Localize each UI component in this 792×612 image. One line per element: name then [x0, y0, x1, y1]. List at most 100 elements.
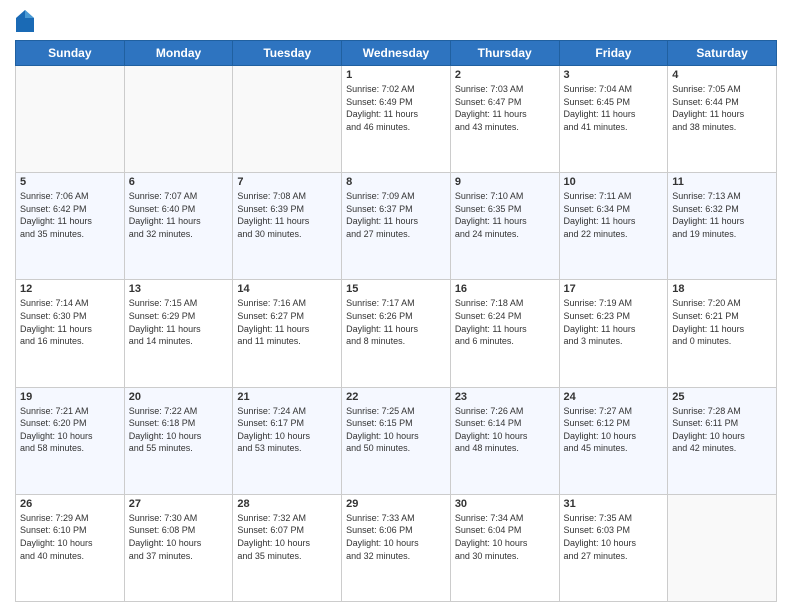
- day-number: 13: [129, 283, 229, 295]
- table-row: 19Sunrise: 7:21 AM Sunset: 6:20 PM Dayli…: [16, 387, 125, 494]
- day-number: 12: [20, 283, 120, 295]
- day-number: 31: [564, 498, 664, 510]
- day-number: 5: [20, 176, 120, 188]
- day-info: Sunrise: 7:29 AM Sunset: 6:10 PM Dayligh…: [20, 512, 120, 562]
- day-number: 22: [346, 391, 446, 403]
- table-row: 18 Sunrise: 7:20 AM Sunset: 6:21 PM Dayli…: [668, 280, 777, 387]
- day-info: Sunrise: 7:18 AM Sunset: 6:24 PM Dayligh…: [455, 297, 555, 347]
- day-info: Sunrise: 7:34 AM Sunset: 6:04 PM Dayligh…: [455, 512, 555, 562]
- table-row: 8 Sunrise: 7:09 AM Sunset: 6:37 PM Daylig…: [342, 173, 451, 280]
- table-row: 4 Sunrise: 7:05 AM Sunset: 6:44 PM Daylig…: [668, 66, 777, 173]
- day-number: 26: [20, 498, 120, 510]
- table-row: 11 Sunrise: 7:13 AM Sunset: 6:32 PM Dayli…: [668, 173, 777, 280]
- day-info: Sunrise: 7:04 AM Sunset: 6:45 PM Dayligh…: [564, 83, 664, 133]
- day-info: Sunrise: 7:22 AM Sunset: 6:18 PM Dayligh…: [129, 405, 229, 455]
- day-number: 1: [346, 69, 446, 81]
- table-row: 31 Sunrise: 7:35 AM Sunset: 6:03 PM Dayli…: [559, 494, 668, 601]
- col-sunday: Sunday: [16, 41, 125, 66]
- day-info: Sunrise: 7:15 AM Sunset: 6:29 PM Dayligh…: [129, 297, 229, 347]
- table-row: 3 Sunrise: 7:04 AM Sunset: 6:45 PM Daylig…: [559, 66, 668, 173]
- day-info: Sunrise: 7:35 AM Sunset: 6:03 PM Dayligh…: [564, 512, 664, 562]
- col-friday: Friday: [559, 41, 668, 66]
- table-row: 30 Sunrise: 7:34 AM Sunset: 6:04 PM Dayli…: [450, 494, 559, 601]
- day-number: 4: [672, 69, 772, 81]
- day-info: Sunrise: 7:16 AM Sunset: 6:27 PM Dayligh…: [237, 297, 337, 347]
- day-number: 2: [455, 69, 555, 81]
- table-row: 21 Sunrise: 7:24 AM Sunset: 6:17 PM Dayli…: [233, 387, 342, 494]
- table-row: 10 Sunrise: 7:11 AM Sunset: 6:34 PM Dayli…: [559, 173, 668, 280]
- table-row: [124, 66, 233, 173]
- day-number: 3: [564, 69, 664, 81]
- day-number: 10: [564, 176, 664, 188]
- calendar-header-row: Sunday Monday Tuesday Wednesday Thursday…: [16, 41, 777, 66]
- day-info: Sunrise: 7:25 AM Sunset: 6:15 PM Dayligh…: [346, 405, 446, 455]
- table-row: 25 Sunrise: 7:28 AM Sunset: 6:11 PM Dayli…: [668, 387, 777, 494]
- table-row: 26 Sunrise: 7:29 AM Sunset: 6:10 PM Dayli…: [16, 494, 125, 601]
- table-row: 14 Sunrise: 7:16 AM Sunset: 6:27 PM Dayli…: [233, 280, 342, 387]
- day-number: 29: [346, 498, 446, 510]
- col-monday: Monday: [124, 41, 233, 66]
- day-number: 30: [455, 498, 555, 510]
- day-info: Sunrise: 7:11 AM Sunset: 6:34 PM Dayligh…: [564, 190, 664, 240]
- table-row: [668, 494, 777, 601]
- table-row: 27 Sunrise: 7:30 AM Sunset: 6:08 PM Dayli…: [124, 494, 233, 601]
- day-number: 21: [237, 391, 337, 403]
- day-number: 27: [129, 498, 229, 510]
- table-row: 22 Sunrise: 7:25 AM Sunset: 6:15 PM Dayli…: [342, 387, 451, 494]
- col-thursday: Thursday: [450, 41, 559, 66]
- day-info: Sunrise: 7:08 AM Sunset: 6:39 PM Dayligh…: [237, 190, 337, 240]
- day-info: Sunrise: 7:07 AM Sunset: 6:40 PM Dayligh…: [129, 190, 229, 240]
- col-wednesday: Wednesday: [342, 41, 451, 66]
- day-number: 23: [455, 391, 555, 403]
- day-number: 18: [672, 283, 772, 295]
- logo-text: [15, 10, 35, 32]
- day-info: Sunrise: 7:09 AM Sunset: 6:37 PM Dayligh…: [346, 190, 446, 240]
- day-number: 17: [564, 283, 664, 295]
- day-info: Sunrise: 7:06 AM Sunset: 6:42 PM Dayligh…: [20, 190, 120, 240]
- day-number: 20: [129, 391, 229, 403]
- day-info: Sunrise: 7:05 AM Sunset: 6:44 PM Dayligh…: [672, 83, 772, 133]
- day-number: 25: [672, 391, 772, 403]
- day-info: Sunrise: 7:28 AM Sunset: 6:11 PM Dayligh…: [672, 405, 772, 455]
- table-row: 12Sunrise: 7:14 AM Sunset: 6:30 PM Dayli…: [16, 280, 125, 387]
- day-number: 16: [455, 283, 555, 295]
- day-info: Sunrise: 7:26 AM Sunset: 6:14 PM Dayligh…: [455, 405, 555, 455]
- day-info: Sunrise: 7:33 AM Sunset: 6:06 PM Dayligh…: [346, 512, 446, 562]
- day-info: Sunrise: 7:24 AM Sunset: 6:17 PM Dayligh…: [237, 405, 337, 455]
- table-row: 6 Sunrise: 7:07 AM Sunset: 6:40 PM Daylig…: [124, 173, 233, 280]
- day-info: Sunrise: 7:10 AM Sunset: 6:35 PM Dayligh…: [455, 190, 555, 240]
- table-row: 9Sunrise: 7:10 AM Sunset: 6:35 PM Daylig…: [450, 173, 559, 280]
- logo-icon: [16, 10, 34, 32]
- calendar-table: Sunday Monday Tuesday Wednesday Thursday…: [15, 40, 777, 602]
- day-info: Sunrise: 7:27 AM Sunset: 6:12 PM Dayligh…: [564, 405, 664, 455]
- table-row: 29 Sunrise: 7:33 AM Sunset: 6:06 PM Dayli…: [342, 494, 451, 601]
- table-row: 24 Sunrise: 7:27 AM Sunset: 6:12 PM Dayli…: [559, 387, 668, 494]
- header: [15, 10, 777, 32]
- day-info: Sunrise: 7:20 AM Sunset: 6:21 PM Dayligh…: [672, 297, 772, 347]
- col-tuesday: Tuesday: [233, 41, 342, 66]
- day-info: Sunrise: 7:03 AM Sunset: 6:47 PM Dayligh…: [455, 83, 555, 133]
- day-number: 11: [672, 176, 772, 188]
- day-info: Sunrise: 7:32 AM Sunset: 6:07 PM Dayligh…: [237, 512, 337, 562]
- day-number: 14: [237, 283, 337, 295]
- day-number: 8: [346, 176, 446, 188]
- logo: [15, 10, 35, 32]
- table-row: 7Sunrise: 7:08 AM Sunset: 6:39 PM Daylig…: [233, 173, 342, 280]
- day-number: 6: [129, 176, 229, 188]
- day-info: Sunrise: 7:13 AM Sunset: 6:32 PM Dayligh…: [672, 190, 772, 240]
- table-row: 16 Sunrise: 7:18 AM Sunset: 6:24 PM Dayli…: [450, 280, 559, 387]
- day-number: 15: [346, 283, 446, 295]
- col-saturday: Saturday: [668, 41, 777, 66]
- day-info: Sunrise: 7:17 AM Sunset: 6:26 PM Dayligh…: [346, 297, 446, 347]
- table-row: 28Sunrise: 7:32 AM Sunset: 6:07 PM Dayli…: [233, 494, 342, 601]
- day-number: 19: [20, 391, 120, 403]
- table-row: 23 Sunrise: 7:26 AM Sunset: 6:14 PM Dayli…: [450, 387, 559, 494]
- day-number: 24: [564, 391, 664, 403]
- table-row: 20 Sunrise: 7:22 AM Sunset: 6:18 PM Dayli…: [124, 387, 233, 494]
- day-info: Sunrise: 7:02 AM Sunset: 6:49 PM Dayligh…: [346, 83, 446, 133]
- table-row: 17Sunrise: 7:19 AM Sunset: 6:23 PM Dayli…: [559, 280, 668, 387]
- page: Sunday Monday Tuesday Wednesday Thursday…: [0, 0, 792, 612]
- table-row: 1 Sunrise: 7:02 AM Sunset: 6:49 PM Daylig…: [342, 66, 451, 173]
- day-info: Sunrise: 7:30 AM Sunset: 6:08 PM Dayligh…: [129, 512, 229, 562]
- table-row: 2 Sunrise: 7:03 AM Sunset: 6:47 PM Daylig…: [450, 66, 559, 173]
